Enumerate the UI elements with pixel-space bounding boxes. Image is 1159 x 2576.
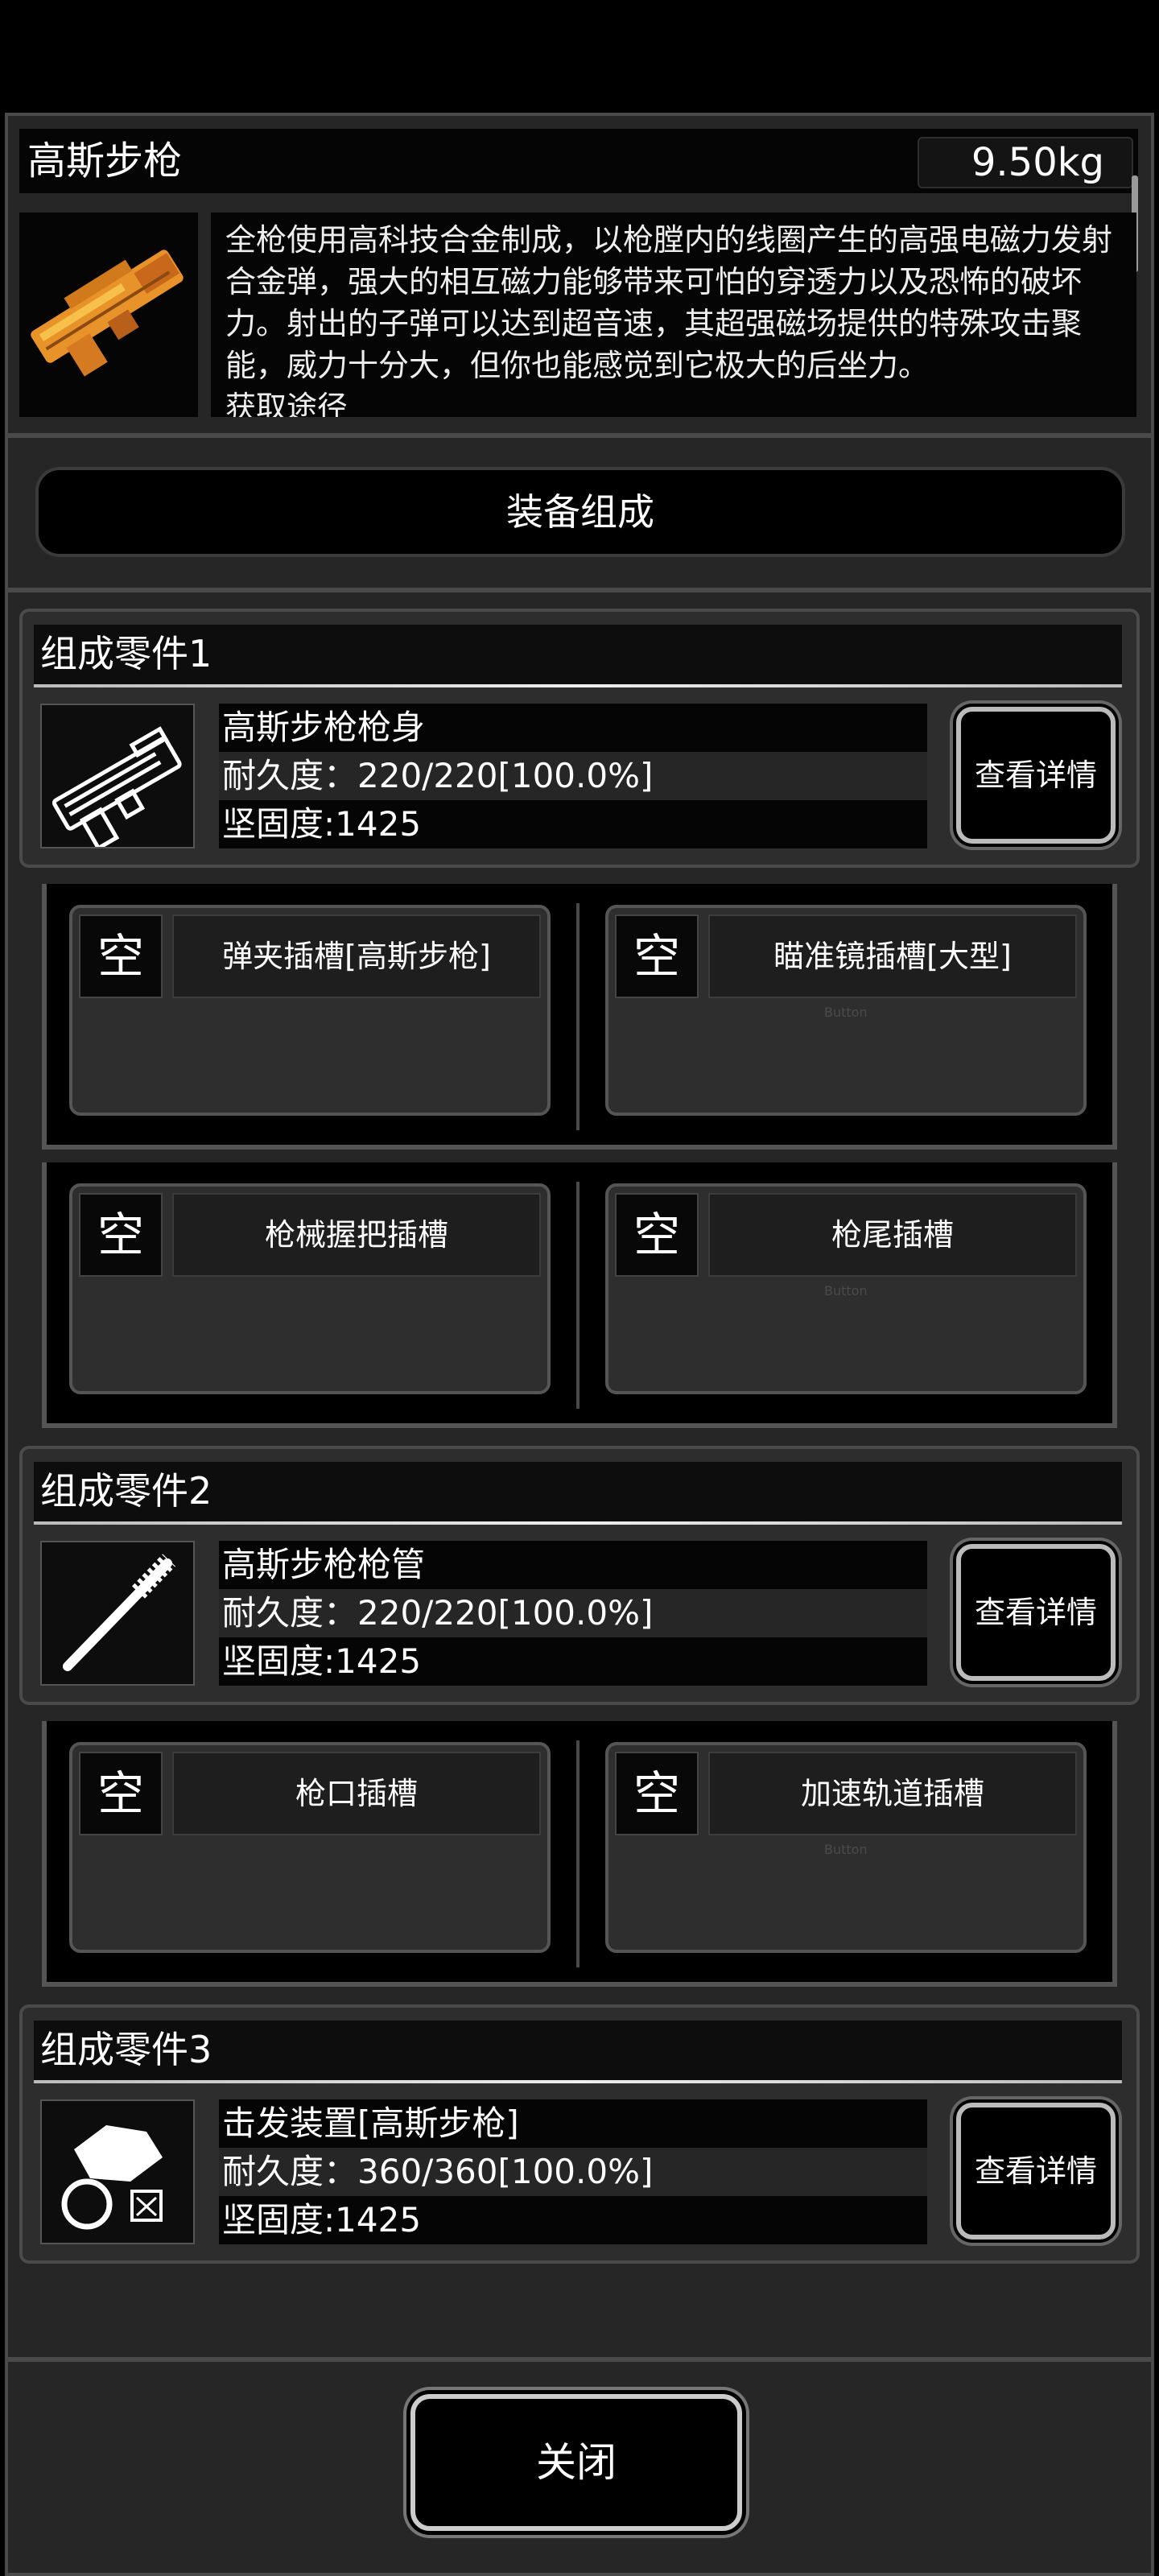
part-title: 组成零件2 xyxy=(40,1469,212,1513)
view-details-button[interactable]: 查看详情 xyxy=(956,1544,1116,1681)
part-image xyxy=(40,1541,195,1686)
part-image xyxy=(40,2099,195,2244)
part-hardness: 坚固度:1425 xyxy=(219,800,927,848)
gun-body-icon xyxy=(52,726,182,851)
view-details-button[interactable]: 查看详情 xyxy=(956,2103,1116,2240)
empty-indicator: 空 xyxy=(615,914,699,998)
firing-mechanism-icon xyxy=(61,2125,163,2230)
part-underline xyxy=(34,1521,1122,1525)
description-text: 全枪使用高科技合金制成，以枪膛内的线圈产生的高强电磁力发射合金弹，强大的相互磁力… xyxy=(225,222,1113,383)
ghost-label: Button xyxy=(824,1842,868,1857)
slot-name: 枪械握把插槽 xyxy=(172,1193,541,1277)
view-details-button[interactable]: 查看详情 xyxy=(956,707,1116,844)
part-title: 组成零件1 xyxy=(40,632,212,675)
ghost-label: Button xyxy=(824,1005,868,1020)
slot-divider xyxy=(576,903,580,1130)
part-header: 组成零件3 xyxy=(34,2021,1122,2080)
empty-indicator: 空 xyxy=(79,1193,163,1277)
slot-divider xyxy=(576,1182,580,1409)
part-name: 高斯步枪枪身 xyxy=(219,704,927,752)
empty-indicator: 空 xyxy=(615,1193,699,1277)
item-title: 高斯步枪 xyxy=(27,138,183,184)
description-box: 全枪使用高科技合金制成，以枪膛内的线圈产生的高强电磁力发射合金弹，强大的相互磁力… xyxy=(211,213,1136,417)
divider xyxy=(5,2357,1154,2362)
gauss-rifle-icon xyxy=(31,250,184,377)
divider xyxy=(5,433,1154,438)
item-description: 全枪使用高科技合金制成，以枪膛内的线圈产生的高强电磁力发射合金弹，强大的相互磁力… xyxy=(225,219,1133,417)
part-header: 组成零件1 xyxy=(34,625,1122,684)
weapon-image xyxy=(19,213,198,417)
part-underline xyxy=(34,684,1122,687)
part-title: 组成零件3 xyxy=(40,2028,212,2071)
part-durability: 耐久度：220/220[100.0%] xyxy=(219,752,927,800)
slot-name: 枪口插槽 xyxy=(172,1752,541,1835)
barrel-icon xyxy=(63,1554,175,1671)
slot-name: 瞄准镜插槽[大型] xyxy=(708,914,1077,998)
equipment-composition-button[interactable]: 装备组成 xyxy=(35,467,1125,557)
empty-indicator: 空 xyxy=(79,914,163,998)
item-weight: 9.50kg xyxy=(918,137,1133,188)
part-name: 击发装置[高斯步枪] xyxy=(219,2099,927,2148)
slot-name: 枪尾插槽 xyxy=(708,1193,1077,1277)
slot-divider xyxy=(576,1740,580,1967)
part-underline xyxy=(34,2080,1122,2083)
ghost-label: Button xyxy=(824,1283,868,1298)
close-button[interactable]: 关闭 xyxy=(410,2394,742,2531)
description-source-text: 获取途径 xyxy=(225,390,349,417)
part-name: 高斯步枪枪管 xyxy=(219,1541,927,1589)
part-durability: 耐久度：360/360[100.0%] xyxy=(219,2148,927,2196)
part-image xyxy=(40,704,195,851)
slot-name: 弹夹插槽[高斯步枪] xyxy=(172,914,541,998)
part-durability: 耐久度：220/220[100.0%] xyxy=(219,1589,927,1637)
empty-indicator: 空 xyxy=(615,1752,699,1835)
part-hardness: 坚固度:1425 xyxy=(219,2196,927,2244)
empty-indicator: 空 xyxy=(79,1752,163,1835)
status-bar-area xyxy=(0,0,1159,113)
slot-name: 加速轨道插槽 xyxy=(708,1752,1077,1835)
part-header: 组成零件2 xyxy=(34,1462,1122,1521)
part-hardness: 坚固度:1425 xyxy=(219,1637,927,1686)
divider xyxy=(5,588,1154,592)
